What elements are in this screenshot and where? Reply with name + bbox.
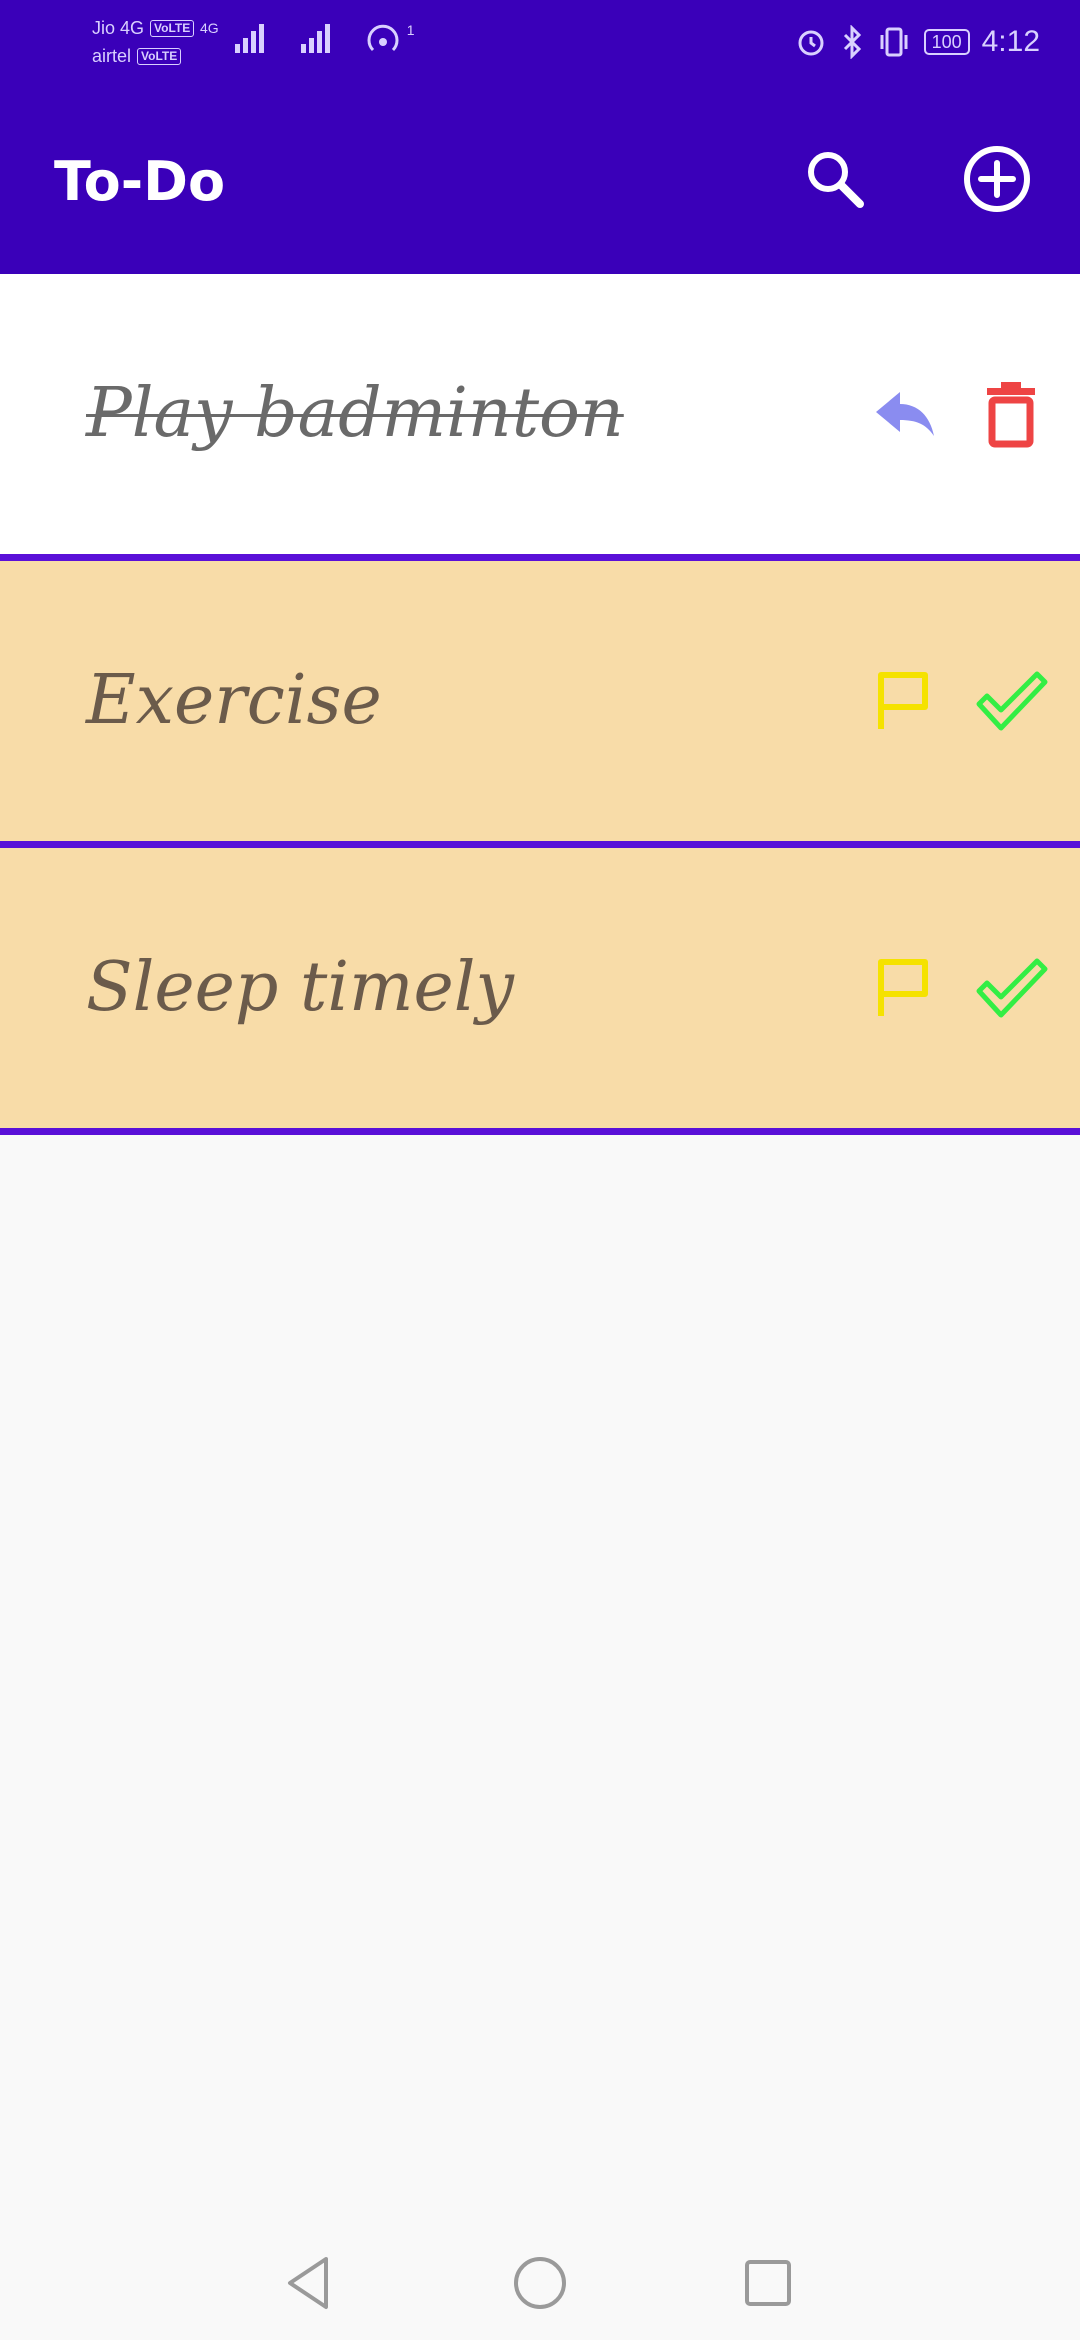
flag-icon [878,672,928,729]
task-text: Play badminton [86,374,624,453]
home-button[interactable] [505,2248,575,2318]
task-item[interactable]: Play badminton [0,274,1080,561]
system-status: 100 4:12 [794,22,1040,62]
carrier1-volte-badge: VoLTE [150,19,195,37]
add-task-button[interactable] [952,134,1042,224]
signal-strength-icon-2 [300,24,330,53]
recents-button[interactable] [733,2248,803,2318]
network-type-label: 4G [200,20,219,36]
check-icon [976,958,1048,1018]
back-triangle-icon [288,2257,328,2309]
search-button[interactable] [790,134,880,224]
task-item[interactable]: Sleep timely [0,848,1080,1135]
status-bar: Jio 4G VoLTE airtel VoLTE 4G 1 100 4:12 [0,0,1080,84]
hotspot-icon [367,24,399,52]
vibrate-icon [880,27,908,57]
back-button[interactable] [274,2248,344,2318]
carrier2-volte-badge: VoLTE [137,47,182,65]
complete-button[interactable] [966,848,1056,1128]
recents-square-icon [745,2260,791,2306]
delete-button[interactable] [966,274,1056,554]
undo-button[interactable] [858,274,948,554]
search-icon [808,152,864,208]
task-text: Exercise [86,661,382,740]
home-circle-icon [514,2257,566,2309]
carrier-info: Jio 4G VoLTE airtel VoLTE [92,14,195,70]
page-title: To-Do [54,150,226,213]
complete-button[interactable] [966,561,1056,841]
undo-icon [876,392,934,436]
carrier2-label: airtel [92,46,132,66]
hotspot-count: 1 [406,22,415,38]
signal-strength-icon [234,24,264,53]
task-list: Play badminton Exercise Sleep timely [0,274,1080,1135]
task-text: Sleep timely [86,948,514,1027]
carrier1-label: Jio 4G [92,18,145,38]
battery-indicator: 100 [923,29,970,55]
task-item[interactable]: Exercise [0,561,1080,848]
flag-button[interactable] [858,561,948,841]
delete-icon [987,382,1035,448]
app-bar: To-Do [0,84,1080,274]
add-circle-icon [964,146,1030,212]
bluetooth-icon [843,25,861,59]
flag-icon [878,959,928,1016]
check-icon [976,671,1048,731]
flag-button[interactable] [858,848,948,1128]
status-time: 4:12 [981,25,1040,58]
signal-indicators: 4G 1 [200,20,414,54]
system-nav-bar [0,2226,1080,2340]
alarm-icon [798,30,824,56]
